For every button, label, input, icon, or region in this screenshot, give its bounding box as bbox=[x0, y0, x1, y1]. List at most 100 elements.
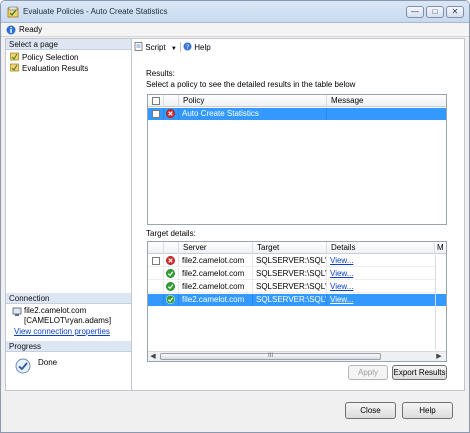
toolbar-separator bbox=[180, 42, 181, 52]
success-check-icon bbox=[166, 269, 175, 278]
progress-status: Done bbox=[38, 358, 58, 367]
target-row[interactable]: file2.camelot.com SQLSERVER:\SQL\F... Vi… bbox=[148, 281, 436, 293]
server-cell: file2.camelot.com bbox=[179, 281, 253, 293]
view-details-link[interactable]: View... bbox=[330, 295, 353, 304]
horizontal-scrollbar[interactable]: ◀ III ▶ bbox=[148, 351, 446, 361]
chevron-down-icon: ▼ bbox=[170, 46, 177, 52]
script-label: Script bbox=[145, 43, 166, 52]
target-row[interactable]: file2.camelot.com SQLSERVER:\SQL\F... Vi… bbox=[148, 268, 436, 280]
results-grid-header: Policy Message bbox=[148, 95, 446, 107]
row-checkbox-cell bbox=[148, 268, 164, 280]
results-grid[interactable]: Policy Message Auto Create Statistics bbox=[147, 94, 447, 225]
right-pane: Script ▼ ? Help Results: Select a policy… bbox=[132, 38, 465, 391]
scrollbar-thumb[interactable]: III bbox=[160, 353, 381, 360]
help-toolbar-button[interactable]: ? Help bbox=[183, 42, 211, 53]
status-cell bbox=[164, 108, 179, 120]
details-cell: View... bbox=[327, 255, 436, 267]
server-connection-icon bbox=[12, 307, 22, 316]
view-connection-properties-link[interactable]: View connection properties bbox=[14, 327, 110, 337]
help-button[interactable]: Help bbox=[402, 402, 453, 419]
scroll-grip: III bbox=[267, 353, 273, 359]
target-cell: SQLSERVER:\SQL\F... bbox=[253, 255, 327, 267]
close-window-button[interactable]: ✕ bbox=[446, 6, 464, 18]
page-label: Policy Selection bbox=[22, 53, 79, 62]
toolbar: Script ▼ ? Help bbox=[132, 39, 465, 55]
target-cell: SQLSERVER:\SQL\F... bbox=[253, 268, 327, 280]
details-cell: View... bbox=[327, 268, 436, 280]
target-details-grid[interactable]: Server Target Details M file2.camelot.co… bbox=[147, 241, 447, 362]
page-icon bbox=[10, 63, 19, 72]
server-column-header[interactable]: Server bbox=[179, 242, 253, 254]
error-icon bbox=[166, 256, 175, 265]
scroll-left-arrow-icon[interactable]: ◀ bbox=[148, 352, 158, 361]
policy-cell[interactable]: Auto Create Statistics bbox=[179, 108, 327, 120]
row-checkbox-cell[interactable] bbox=[148, 255, 164, 267]
message-column-header[interactable]: Message bbox=[327, 95, 446, 107]
view-details-link[interactable]: View... bbox=[330, 256, 353, 265]
server-cell: file2.camelot.com bbox=[179, 294, 253, 306]
view-details-link[interactable]: View... bbox=[330, 282, 353, 291]
server-cell: file2.camelot.com bbox=[179, 268, 253, 280]
error-icon bbox=[166, 109, 175, 118]
evaluate-policies-window: Evaluate Policies - Auto Create Statisti… bbox=[0, 0, 470, 433]
connection-user: [CAMELOT\ryan.adams] bbox=[24, 316, 112, 325]
progress-header: Progress bbox=[6, 341, 131, 352]
column-divider bbox=[435, 255, 436, 350]
details-column-header[interactable]: Details bbox=[327, 242, 435, 254]
policy-column-header[interactable]: Policy bbox=[179, 95, 327, 107]
results-instruction: Select a policy to see the detailed resu… bbox=[146, 80, 356, 89]
info-icon bbox=[6, 25, 16, 35]
svg-text:?: ? bbox=[186, 43, 189, 51]
row-checkbox-cell bbox=[148, 294, 164, 306]
details-cell: View... bbox=[327, 294, 446, 306]
row-checkbox-cell bbox=[148, 281, 164, 293]
target-grid-header: Server Target Details M bbox=[148, 242, 446, 254]
scroll-right-arrow-icon[interactable]: ▶ bbox=[434, 352, 444, 361]
view-details-link[interactable]: View... bbox=[330, 269, 353, 278]
target-column-header[interactable]: Target bbox=[253, 242, 327, 254]
export-results-button[interactable]: Export Results bbox=[392, 365, 447, 380]
help-label: Help bbox=[194, 43, 211, 52]
target-row[interactable]: file2.camelot.com SQLSERVER:\SQL\F... Vi… bbox=[148, 294, 446, 306]
select-all-column[interactable] bbox=[148, 95, 164, 107]
page-policy-selection[interactable]: Policy Selection bbox=[10, 52, 78, 63]
page-label: Evaluation Results bbox=[22, 64, 89, 73]
status-column-header bbox=[164, 242, 179, 254]
results-row[interactable]: Auto Create Statistics bbox=[148, 108, 446, 120]
help-icon: ? bbox=[183, 42, 192, 51]
close-button[interactable]: Close bbox=[345, 402, 396, 419]
status-text: Ready bbox=[19, 25, 43, 34]
results-label: Results: bbox=[146, 69, 175, 78]
apply-button[interactable]: Apply bbox=[348, 365, 388, 380]
more-column-header[interactable]: M bbox=[435, 242, 446, 254]
target-row[interactable]: file2.camelot.com SQLSERVER:\SQL\F... Vi… bbox=[148, 255, 436, 267]
maximize-button[interactable]: □ bbox=[426, 6, 444, 18]
target-cell: SQLSERVER:\SQL\F... bbox=[253, 281, 327, 293]
maximize-icon: □ bbox=[432, 7, 438, 16]
server-cell: file2.camelot.com bbox=[179, 255, 253, 267]
status-cell bbox=[164, 294, 179, 306]
target-details-label: Target details: bbox=[146, 229, 196, 238]
status-cell bbox=[164, 255, 179, 267]
left-pane: Select a page Policy Selection Evaluatio… bbox=[5, 38, 132, 391]
select-all-checkbox[interactable] bbox=[152, 97, 160, 105]
message-cell bbox=[327, 108, 446, 120]
row-checkbox[interactable] bbox=[152, 110, 160, 118]
done-check-icon bbox=[15, 358, 31, 374]
script-icon bbox=[134, 42, 143, 51]
status-cell bbox=[164, 268, 179, 280]
success-check-icon bbox=[166, 295, 175, 304]
policy-app-icon bbox=[7, 6, 19, 18]
title-bar[interactable]: Evaluate Policies - Auto Create Statisti… bbox=[1, 1, 469, 23]
script-button[interactable]: Script ▼ bbox=[134, 42, 177, 54]
status-cell bbox=[164, 281, 179, 293]
row-checkbox[interactable] bbox=[152, 257, 160, 265]
page-evaluation-results[interactable]: Evaluation Results bbox=[10, 63, 88, 74]
checkbox-column-header bbox=[148, 242, 164, 254]
row-checkbox-cell[interactable] bbox=[148, 108, 164, 120]
details-cell: View... bbox=[327, 281, 436, 293]
select-page-header: Select a page bbox=[6, 39, 131, 50]
dialog-footer: Close Help bbox=[1, 392, 469, 432]
connection-server: file2.camelot.com bbox=[24, 306, 87, 315]
minimize-button[interactable]: — bbox=[406, 6, 424, 18]
